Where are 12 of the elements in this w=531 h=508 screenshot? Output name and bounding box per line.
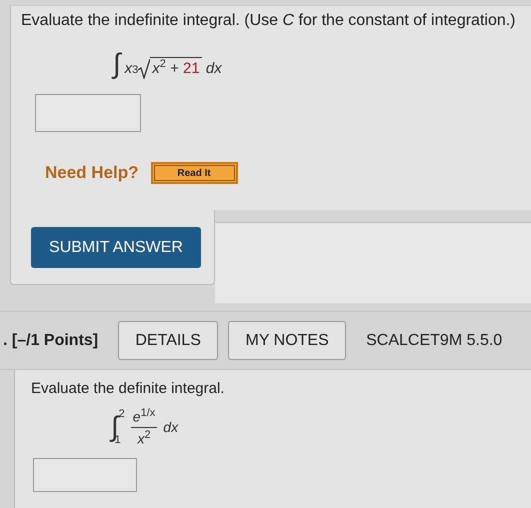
answer-field[interactable] <box>33 458 137 492</box>
header-button[interactable]: MY NOTES <box>228 321 346 360</box>
question-prompt: Evaluate the definite integral. <box>31 380 226 397</box>
answer-field[interactable] <box>35 94 141 132</box>
read-it-button[interactable]: Read It <box>150 162 238 184</box>
radical-sign-icon <box>138 59 150 79</box>
help-label: Need Help? <box>45 163 139 183</box>
submit-button[interactable]: SUBMIT ANSWER <box>31 227 201 268</box>
question-prompt: Evaluate the indefinite integral. (Use C for the constant of integration.) <box>21 12 517 30</box>
question-code: SCALCET9M 5.5.0 <box>366 332 502 350</box>
header-button[interactable]: DETAILS <box>118 321 218 360</box>
points-label: . [–/1 Points] <box>3 332 98 350</box>
